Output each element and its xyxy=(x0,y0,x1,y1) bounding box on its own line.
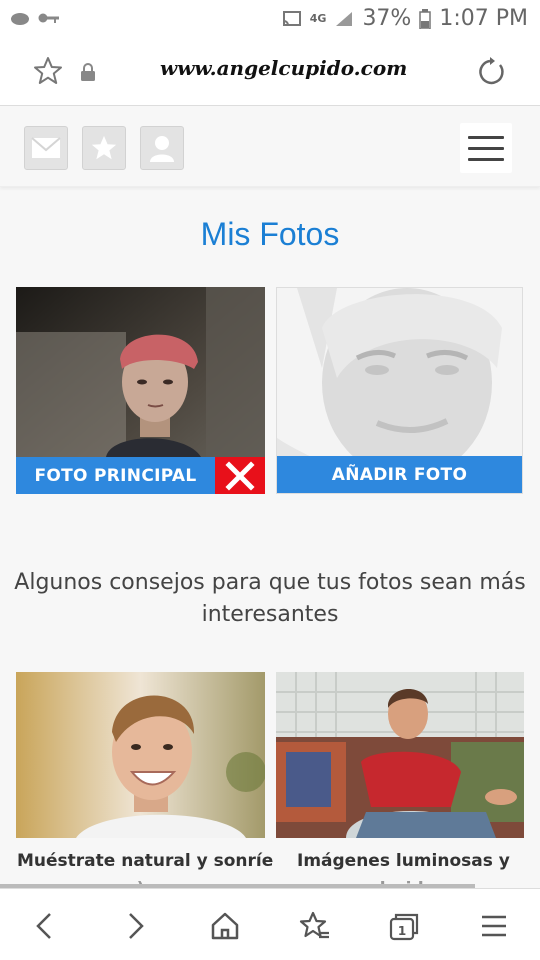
home-button[interactable] xyxy=(208,909,242,943)
bookmarks-button[interactable] xyxy=(298,909,332,943)
hamburger-line xyxy=(468,146,504,150)
tip-image-bright xyxy=(276,672,524,838)
menu-icon xyxy=(482,915,506,937)
star-icon xyxy=(91,135,117,160)
tip-caption-2: Imágenes luminosas y xyxy=(297,851,510,871)
status-bar: 4G 37% 1:07 PM xyxy=(0,0,540,38)
page-title: Mis Fotos xyxy=(200,216,340,252)
tip-caption-1: Muéstrate natural y sonríe xyxy=(17,851,274,871)
tabs-button[interactable]: 1 xyxy=(387,909,421,943)
battery-percent: 37% xyxy=(362,6,412,31)
bookmark-star-icon[interactable] xyxy=(33,56,63,86)
cast-icon xyxy=(282,10,301,26)
tabs-icon: 1 xyxy=(389,913,419,941)
add-photo-label: AÑADIR FOTO xyxy=(331,464,468,485)
favorites-button[interactable] xyxy=(82,126,126,170)
man-on-sofa-photo xyxy=(276,672,524,838)
clock: 1:07 PM xyxy=(439,6,528,31)
reload-icon[interactable] xyxy=(477,56,507,86)
messages-button[interactable] xyxy=(24,126,68,170)
back-button[interactable] xyxy=(27,909,61,943)
hamburger-menu-button[interactable] xyxy=(460,123,512,173)
mail-icon xyxy=(31,137,61,158)
hamburger-line xyxy=(468,157,504,161)
delete-photo-button[interactable] xyxy=(215,457,265,494)
key-icon xyxy=(38,13,59,23)
smiling-man-photo xyxy=(16,672,265,838)
cloud-icon xyxy=(11,13,29,25)
status-right: 4G 37% 1:07 PM xyxy=(282,6,528,31)
home-icon xyxy=(211,912,239,940)
close-icon xyxy=(225,460,255,491)
profile-button[interactable] xyxy=(140,126,184,170)
back-icon xyxy=(36,913,51,939)
main-photo-card[interactable]: FOTO PRINCIPAL xyxy=(16,287,265,494)
site-nav xyxy=(0,107,540,187)
status-left-icons xyxy=(10,10,60,26)
url-text[interactable]: www.angelcupido.com xyxy=(160,56,407,80)
network-type: 4G xyxy=(309,12,327,25)
add-photo-button[interactable]: AÑADIR FOTO xyxy=(277,456,522,493)
browser-url-bar: www.angelcupido.com xyxy=(0,38,540,106)
tab-count: 1 xyxy=(398,924,406,938)
signal-icon xyxy=(336,11,353,26)
add-photo-card[interactable]: AÑADIR FOTO xyxy=(276,287,523,494)
forward-icon xyxy=(129,913,144,939)
forward-button[interactable] xyxy=(119,909,153,943)
hamburger-line xyxy=(468,135,504,139)
battery-icon xyxy=(419,8,432,29)
browser-menu-button[interactable] xyxy=(477,909,511,943)
browser-bottom-bar: 1 xyxy=(0,888,540,960)
tips-heading: Algunos consejos para que tus fotos sean… xyxy=(14,570,526,627)
tip-image-smile xyxy=(16,672,265,838)
profile-icon xyxy=(150,136,174,162)
bookmarks-icon xyxy=(299,911,329,939)
lock-icon xyxy=(81,63,95,81)
main-photo-label: FOTO PRINCIPAL xyxy=(34,465,197,486)
